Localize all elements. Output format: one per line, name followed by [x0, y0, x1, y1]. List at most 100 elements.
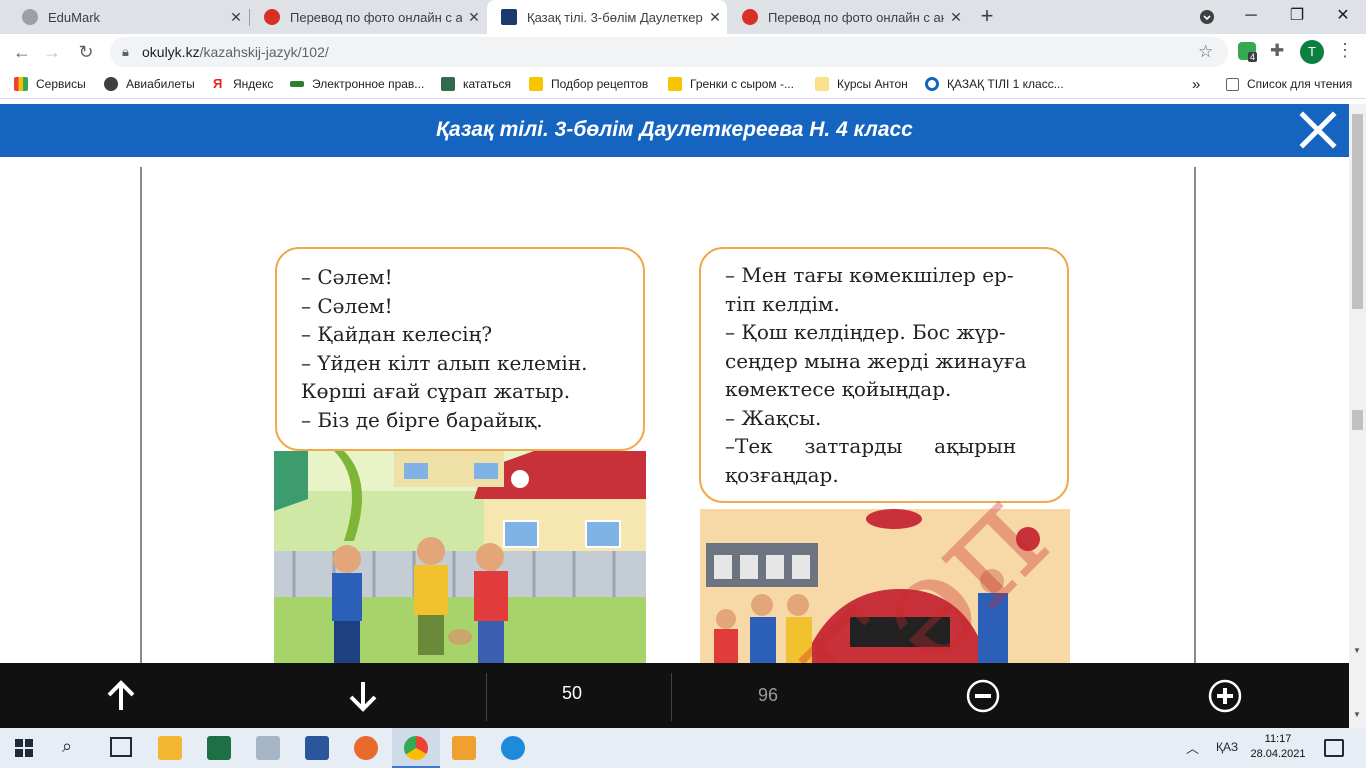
- excel-icon[interactable]: [207, 736, 231, 760]
- notifications-icon[interactable]: [1324, 739, 1344, 757]
- ua-icon: [668, 77, 682, 91]
- bookmark-item[interactable]: Подбор рецептов: [529, 75, 648, 93]
- dialog-line: көмектесе қойыңдар.: [725, 377, 952, 401]
- bookmark-item[interactable]: Я Яндекс: [213, 75, 273, 93]
- translate-icon: [742, 9, 758, 25]
- bookmark-label: Яндекс: [233, 77, 274, 91]
- scroll-down-arrow-icon[interactable]: ▼: [1353, 646, 1361, 655]
- reading-list-button[interactable]: Список для чтения: [1226, 75, 1352, 93]
- viewer-controls: 50 96: [0, 663, 1349, 728]
- translate-icon: [264, 9, 280, 25]
- folder-icon: [815, 77, 829, 91]
- tab-translate-2[interactable]: Перевод по фото онлайн с англ ✕: [728, 0, 968, 34]
- bookmark-star-icon[interactable]: ☆: [1198, 42, 1213, 62]
- bookmark-label: Электронное прав...: [312, 77, 425, 91]
- scroll-thumb-outer[interactable]: [1352, 114, 1363, 309]
- clock-date: 28.04.2021: [1250, 748, 1306, 760]
- tab-title: Қазақ тілі. 3-бөлім Даулеткере: [527, 9, 703, 25]
- file-explorer-icon[interactable]: [158, 736, 182, 760]
- dialog-line: – Біз де бірге барайық.: [301, 407, 543, 432]
- close-tab-icon[interactable]: ✕: [703, 9, 727, 26]
- tab-strip: EduMark ✕ Перевод по фото онлайн с англ …: [0, 0, 1366, 34]
- bookmark-item[interactable]: Сервисы: [14, 75, 86, 93]
- back-button[interactable]: ←: [8, 38, 36, 66]
- tab-edumark[interactable]: EduMark ✕: [8, 0, 248, 34]
- shield-extension-icon[interactable]: 4: [1238, 42, 1258, 62]
- close-tab-icon[interactable]: ✕: [462, 9, 486, 26]
- bookmark-item[interactable]: кататься: [441, 75, 511, 93]
- menu-dots-icon[interactable]: ⋮: [1336, 40, 1354, 61]
- puzzle-icon[interactable]: ✚: [1270, 41, 1284, 61]
- bookmark-item[interactable]: ҚАЗАҚ ТІЛІ 1 класс...: [925, 75, 1064, 93]
- dialog-line: – Үйден кілт алып келемін.: [301, 350, 588, 375]
- reload-button[interactable]: ↻: [72, 38, 100, 66]
- more-bookmarks-button[interactable]: »: [1192, 75, 1200, 93]
- minimize-button[interactable]: ─: [1228, 0, 1274, 34]
- arrow-up-icon[interactable]: [104, 679, 138, 713]
- ua-icon: [529, 77, 543, 91]
- lock-icon[interactable]: 🔒︎: [122, 44, 129, 60]
- page-scrollbar[interactable]: ▲ ▼ ▼: [1349, 104, 1366, 728]
- language-indicator[interactable]: ҚАЗ: [1216, 740, 1238, 754]
- arrow-down-icon[interactable]: [346, 679, 380, 713]
- zoom-out-icon[interactable]: [966, 679, 1000, 713]
- bookmark-item[interactable]: Авиабилеты: [104, 75, 195, 93]
- book-page: – Сәлем! – Сәлем! – Қайдан келесің? – Үй…: [140, 167, 1196, 663]
- edge-icon[interactable]: [501, 736, 525, 760]
- app-icon[interactable]: [354, 736, 378, 760]
- search-icon[interactable]: ⌕: [62, 736, 72, 757]
- new-tab-button[interactable]: +: [975, 4, 999, 28]
- forward-button[interactable]: →: [38, 38, 66, 66]
- close-window-button[interactable]: ✕: [1320, 0, 1366, 34]
- clock-time: 11:17: [1264, 733, 1292, 745]
- zoom-in-icon[interactable]: [1208, 679, 1242, 713]
- dialog-line: – Сәлем!: [301, 265, 393, 289]
- profile-avatar[interactable]: T: [1300, 40, 1324, 64]
- bookmark-item[interactable]: Гренки с сыром -...: [668, 75, 794, 93]
- windows-start-icon[interactable]: [15, 739, 33, 757]
- chrome-taskbar-button[interactable]: [392, 728, 440, 768]
- close-tab-icon[interactable]: ✕: [224, 9, 248, 26]
- url-host: okulyk.kz: [142, 44, 200, 60]
- tab-kazakh-textbook[interactable]: Қазақ тілі. 3-бөлім Даулеткере ✕: [487, 0, 727, 34]
- tab-title: EduMark: [48, 9, 101, 25]
- speech-bubble-left: – Сәлем! – Сәлем! – Қайдан келесің? – Үй…: [275, 247, 645, 451]
- scroll-down-arrow-icon[interactable]: ▼: [1353, 710, 1361, 719]
- close-reader-icon[interactable]: [1298, 110, 1338, 150]
- address-bar[interactable]: 🔒︎ okulyk.kz/kazahskij-jazyk/102/ ☆: [110, 37, 1228, 67]
- restore-button[interactable]: ❐: [1274, 0, 1320, 34]
- close-tab-icon[interactable]: ✕: [944, 9, 968, 26]
- tab-translate-1[interactable]: Перевод по фото онлайн с англ ✕: [250, 0, 486, 34]
- dialog-line: тіп келдім.: [725, 291, 840, 316]
- bookmark-label: кататься: [463, 77, 511, 91]
- task-view-icon[interactable]: [110, 737, 132, 757]
- tab-search-icon[interactable]: [1184, 0, 1230, 34]
- scroll-thumb[interactable]: [1352, 410, 1363, 430]
- bookmarks-bar: Сервисы Авиабилеты Я Яндекс Электронное …: [0, 70, 1366, 99]
- dialog-line: – Сәлем!: [301, 293, 393, 318]
- dialog-line: – Жақсы.: [725, 405, 822, 430]
- reader-header: Қазақ тілі. 3-бөлім Даулеткереева Н. 4 к…: [0, 104, 1349, 157]
- tab-title: Перевод по фото онлайн с англ: [768, 9, 944, 25]
- speech-bubble-right: – Мен тағы көмекшілер ер- тіп келдім. – …: [699, 247, 1069, 503]
- circle-icon: [925, 77, 939, 91]
- bookmark-item[interactable]: Электронное прав...: [290, 75, 424, 93]
- windows-taskbar: ⌕ ︿ ҚАЗ 11:17 28.04.2021: [0, 728, 1366, 768]
- bookmark-label: ҚАЗАҚ ТІЛІ 1 класс...: [947, 77, 1064, 91]
- word-icon[interactable]: [305, 736, 329, 760]
- book-viewport: – Сәлем! – Сәлем! – Қайдан келесің? – Үй…: [0, 157, 1349, 663]
- reading-list-label: Список для чтения: [1247, 77, 1353, 91]
- dialog-line: – Қош келдіңдер. Бос жүр-: [725, 320, 1006, 344]
- bookmark-item[interactable]: Курсы Антон: [815, 75, 908, 93]
- outlook-icon[interactable]: [452, 736, 476, 760]
- system-clock[interactable]: 11:17 28.04.2021: [1248, 732, 1308, 762]
- divider: [671, 673, 672, 721]
- calculator-icon[interactable]: [256, 736, 280, 760]
- chevron-up-icon[interactable]: ︿: [1186, 738, 1199, 757]
- current-page-input[interactable]: 50: [540, 683, 604, 704]
- bookmark-label: Гренки с сыром -...: [690, 77, 794, 91]
- yandex-icon: Я: [213, 76, 223, 91]
- url-text: okulyk.kz/kazahskij-jazyk/102/: [142, 44, 329, 60]
- dialog-line: – Қайдан келесің?: [301, 322, 493, 346]
- image-icon: [441, 77, 455, 91]
